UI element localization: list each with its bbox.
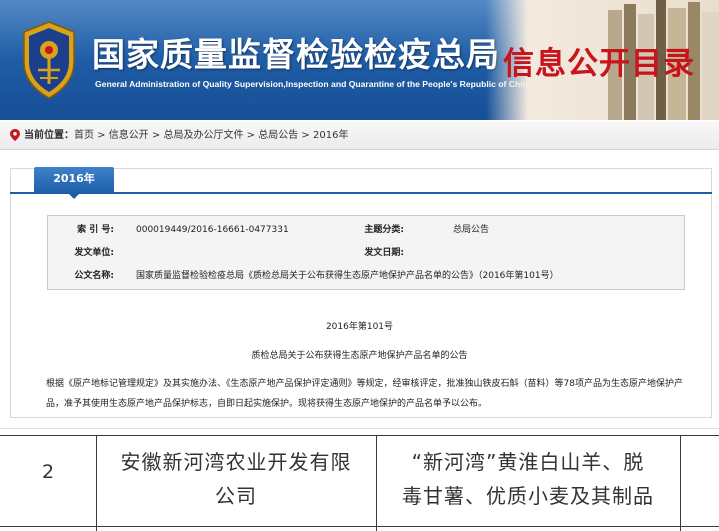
emblem-icon — [23, 21, 75, 99]
index-label: 索 引 号: — [77, 225, 114, 235]
breadcrumb-separator: > — [94, 130, 109, 141]
tab-underline — [10, 192, 712, 194]
meta-row-docname: 公文名称: 国家质量监督检验检疫总局《质检总局关于公布获得生态原产地保护产品名单… — [48, 264, 684, 288]
doc-name-value: 国家质量监督检验检疫总局《质检总局关于公布获得生态原产地保护产品名单的公告》（2… — [136, 271, 559, 281]
breadcrumb-home[interactable]: 首页 — [74, 130, 94, 141]
breadcrumb-announcements[interactable]: 总局公告 — [258, 130, 298, 141]
company-cell: 安徽新河湾农业开发有限 公司 — [96, 445, 376, 513]
index-value: 000019449/2016-16661-0477331 — [136, 225, 289, 235]
category-label: 主题分类: — [364, 225, 404, 235]
breadcrumb-separator: > — [243, 130, 259, 141]
product-line-2: 毒甘薯、优质小麦及其制品 — [402, 484, 654, 508]
site-banner: 国家质量监督检验检疫总局 General Administration of Q… — [0, 0, 719, 120]
document-title: 质检总局关于公布获得生态原产地保护产品名单的公告 — [251, 351, 468, 361]
section-title: 信息公开目录 — [503, 46, 695, 82]
category-value: 总局公告 — [453, 225, 490, 235]
tab-year-2016[interactable]: 2016年 — [34, 167, 114, 199]
table-divider — [680, 435, 681, 531]
breadcrumb-separator: > — [148, 130, 164, 141]
location-pin-icon — [10, 129, 20, 141]
site-subtitle-en: General Administration of Quality Superv… — [95, 79, 533, 89]
date-label: 发文日期: — [364, 248, 404, 258]
meta-row-issuer: 发文单位: 发文日期: — [48, 241, 684, 265]
breadcrumb-label: 当前位置： — [24, 130, 74, 141]
meta-row-index: 索 引 号: 000019449/2016-16661-0477331 主题分类… — [48, 218, 684, 242]
document-meta-table: 索 引 号: 000019449/2016-16661-0477331 主题分类… — [47, 215, 685, 290]
product-line-1: “新河湾”黄淮白山羊、脱 — [411, 450, 645, 474]
table-border-bottom — [0, 526, 719, 527]
issuer-label: 发文单位: — [74, 248, 114, 258]
company-line-1: 安徽新河湾农业开发有限 — [120, 450, 352, 474]
product-table-zoom: 2 安徽新河湾农业开发有限 公司 “新河湾”黄淮白山羊、脱 毒甘薯、优质小麦及其… — [0, 428, 719, 531]
breadcrumb: 当前位置：首页 > 信息公开 > 总局及办公厅文件 > 总局公告 > 2016年 — [0, 122, 719, 150]
table-border-top — [0, 435, 719, 436]
product-cell: “新河湾”黄淮白山羊、脱 毒甘薯、优质小麦及其制品 — [376, 445, 680, 513]
doc-name-label: 公文名称: — [74, 271, 114, 281]
breadcrumb-year[interactable]: 2016年 — [313, 130, 348, 141]
breadcrumb-documents[interactable]: 总局及办公厅文件 — [164, 130, 244, 141]
company-line-2: 公司 — [215, 484, 257, 508]
site-title: 国家质量监督检验检疫总局 — [92, 35, 500, 74]
document-number: 2016年第101号 — [325, 322, 394, 332]
breadcrumb-info-public[interactable]: 信息公开 — [109, 130, 149, 141]
document-paragraph: 根据《原产地标记管理规定》及其实施办法、《生态原产地产品保护评定通则》等规定，经… — [46, 379, 683, 409]
breadcrumb-separator: > — [298, 130, 313, 141]
row-index: 2 — [41, 461, 55, 483]
